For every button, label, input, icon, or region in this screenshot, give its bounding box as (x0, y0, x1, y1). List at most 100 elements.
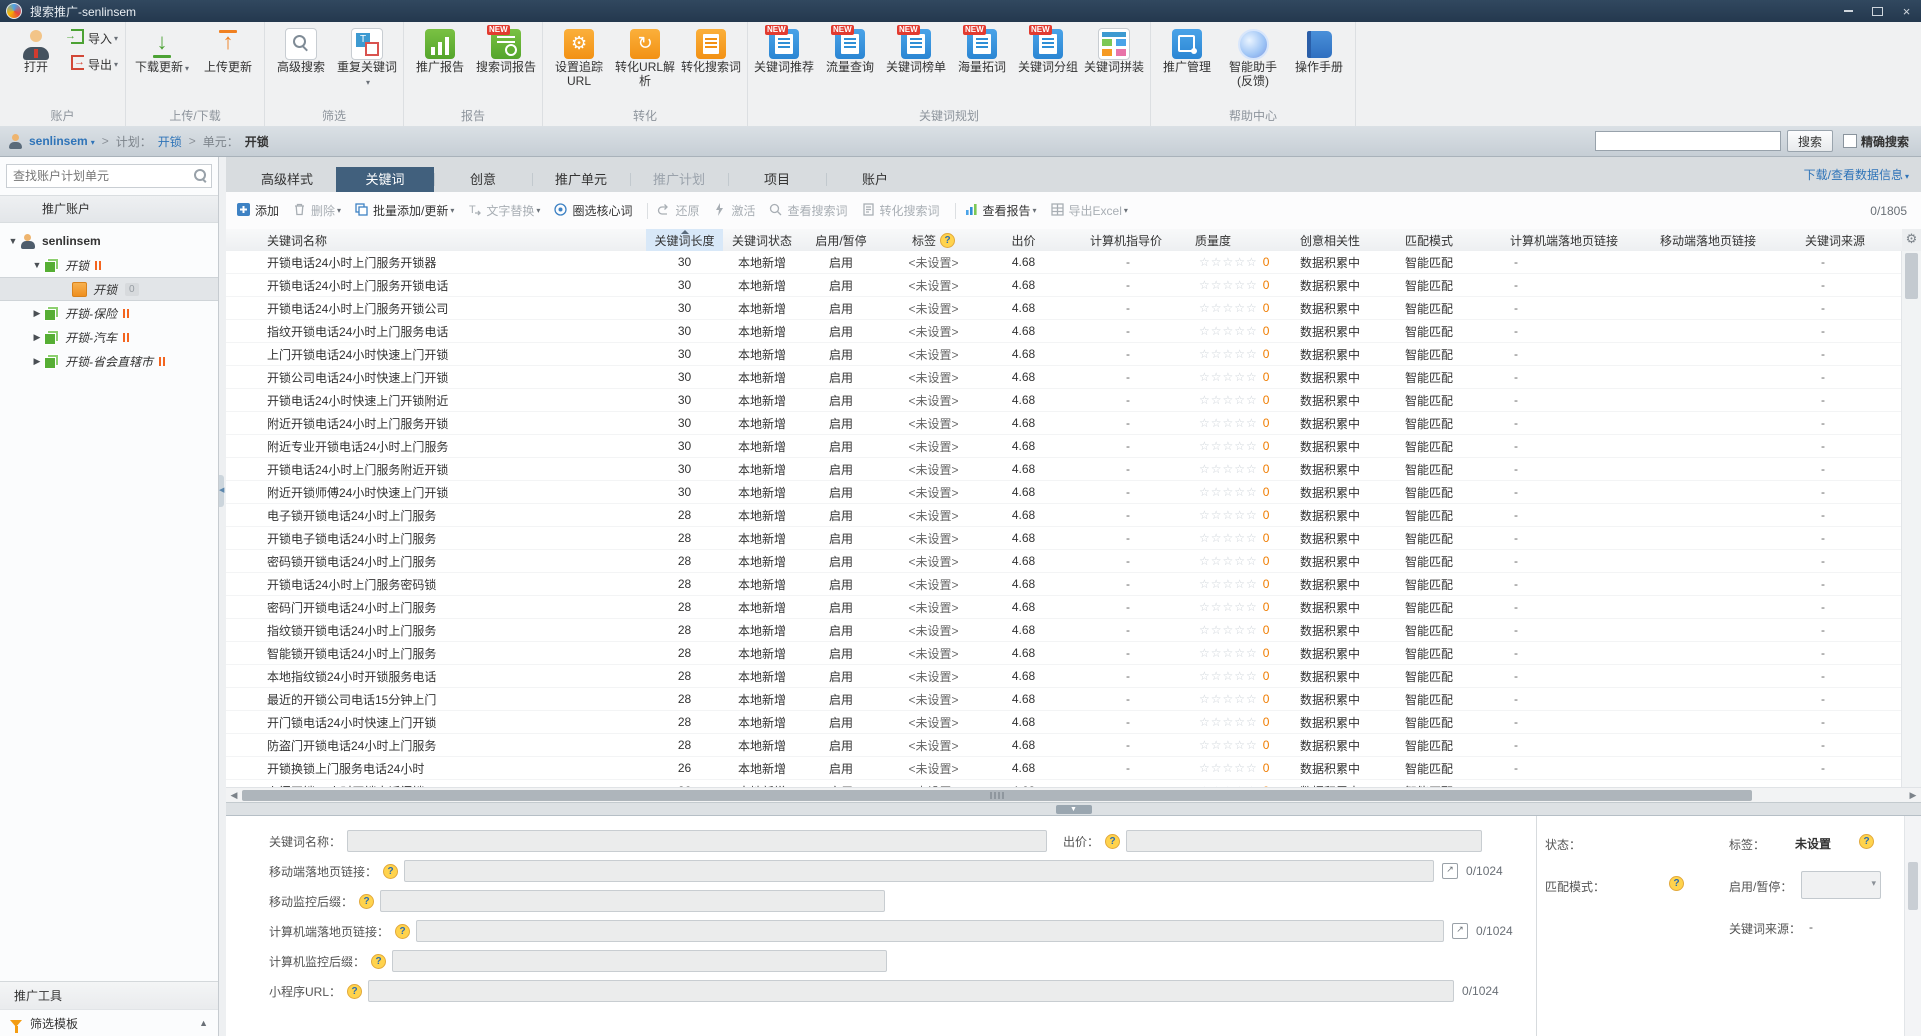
select-core-words-button[interactable]: 圈选核心词 (553, 202, 632, 220)
collapse-panel-button[interactable]: ▼ (1055, 805, 1092, 814)
export-button[interactable]: → 导出 ▾ (71, 54, 118, 74)
restore-button[interactable]: 还原 (656, 202, 699, 220)
mass-keyword-expand-button[interactable]: NEW 海量拓词 (950, 25, 1014, 75)
column-header-guide[interactable]: 计算机指导价 (1061, 229, 1191, 251)
import-button[interactable]: → 导入 ▾ (65, 28, 118, 48)
exact-search-checkbox[interactable] (1842, 134, 1857, 148)
pc-tracking-suffix-input[interactable] (392, 950, 888, 972)
smart-assistant-button[interactable]: 智能助手(反馈) (1221, 25, 1285, 89)
download-update-button[interactable]: ↓ 下载更新 ▾ (130, 25, 194, 77)
tab-advanced-style[interactable]: 高级样式 (238, 167, 336, 192)
chevron-right-icon[interactable]: ▶ (30, 308, 44, 319)
help-icon[interactable]: ? (359, 893, 375, 909)
scroll-right-icon[interactable]: ▶ (1905, 788, 1921, 803)
breadcrumb-plan[interactable]: 开锁 (158, 133, 182, 150)
promotion-management-button[interactable]: 推广管理 (1155, 25, 1219, 75)
mobile-tracking-suffix-input[interactable] (380, 890, 886, 912)
tree-item-plan-kaisuo-shenghui[interactable]: ▶ 开锁-省会直辖市 (0, 349, 218, 373)
table-row[interactable]: 附近专业开锁电话24小时上门服务 30 本地新增 启用 <未设置> 4.68 - ☆☆☆☆☆ 0… (226, 435, 1921, 458)
keyword-name-input[interactable] (347, 830, 1048, 852)
table-row[interactable]: 开锁电子锁电话24小时上门服务 28 本地新增 启用 <未设置> 4.68 - ☆☆☆☆☆ 0 数… (226, 527, 1921, 550)
column-header-name[interactable]: 关键词名称 (253, 229, 646, 251)
add-button[interactable]: 添加 (236, 202, 279, 220)
duplicate-keywords-button[interactable]: T 重复关键词▾ (335, 25, 399, 91)
tree-item-plan-kaisuo[interactable]: ▼ 开锁 (0, 253, 218, 277)
panel-splitter[interactable]: ▼ (226, 802, 1921, 816)
close-button[interactable]: × (1892, 0, 1921, 22)
detail-scrollbar[interactable] (1904, 816, 1921, 1036)
table-row[interactable]: 防盗门开锁电话24小时上门服务 28 本地新增 启用 <未设置> 4.68 - ☆☆☆☆☆ 0 数… (226, 734, 1921, 757)
horizontal-scrollbar[interactable]: ◀ ▶ (226, 787, 1921, 803)
sidebar-search-input[interactable] (7, 165, 211, 187)
table-row[interactable]: 开锁电话24小时上门服务密码锁 28 本地新增 启用 <未设置> 4.68 - ☆☆☆☆☆ 0 数… (226, 573, 1921, 596)
text-replace-button[interactable]: T 文字替换 ▾ (467, 202, 540, 220)
maximize-button[interactable] (1863, 0, 1892, 22)
activate-button[interactable]: 激活 (712, 202, 755, 220)
keyword-grouping-button[interactable]: NEW 关键词分组 (1016, 25, 1080, 75)
scroll-left-icon[interactable]: ◀ (226, 788, 242, 803)
upload-update-button[interactable]: ↑ 上传更新 (196, 25, 260, 75)
horizontal-scrollbar-thumb[interactable] (242, 790, 1752, 801)
table-row[interactable]: 开锁公司电话24小时快速上门开锁 30 本地新增 启用 <未设置> 4.68 - ☆☆☆☆☆ 0… (226, 366, 1921, 389)
help-icon[interactable]: ? (383, 863, 399, 879)
sidebar-item-tools[interactable]: 推广工具 (0, 981, 218, 1010)
table-row[interactable]: 开锁电话24小时上门服务开锁器 30 本地新增 启用 <未设置> 4.68 - ☆☆☆☆☆ 0 数… (226, 251, 1921, 274)
column-header-moblink[interactable]: 移动端落地页链接 (1656, 229, 1801, 251)
tree-item-plan-kaisuo-baoxian[interactable]: ▶ 开锁-保险 (0, 301, 218, 325)
set-tracking-url-button[interactable]: ⚙ 设置追踪URL (547, 25, 611, 89)
detail-scrollbar-thumb[interactable] (1908, 862, 1918, 910)
vertical-scrollbar[interactable] (1901, 251, 1921, 787)
promotion-report-button[interactable]: 推广报告 (408, 25, 472, 75)
help-icon[interactable]: ? (1669, 876, 1684, 891)
delete-button[interactable]: 删除 ▾ (292, 202, 341, 220)
breadcrumb-account[interactable]: senlinsem ▾ (29, 134, 95, 148)
miniapp-url-input[interactable] (368, 980, 1455, 1002)
minimize-button[interactable] (1834, 0, 1863, 22)
column-header-source[interactable]: 关键词来源 (1801, 229, 1903, 251)
table-row[interactable]: 上门开锁24小时开锁电话门锁26本地新增启用<未设置>4.68-☆☆☆☆☆0数据… (226, 780, 1921, 787)
column-header-rel[interactable]: 创意相关性 (1296, 229, 1401, 251)
help-icon[interactable]: ? (371, 953, 387, 969)
onoff-select[interactable] (1801, 871, 1881, 899)
open-button[interactable]: 打开 (4, 25, 68, 75)
tab-keywords[interactable]: 关键词 (336, 167, 434, 192)
column-header-pclink[interactable]: 计算机端落地页链接 (1506, 229, 1656, 251)
tree-item-account-senlinsem[interactable]: ▼ senlinsem (0, 229, 218, 253)
chevron-right-icon[interactable]: ▶ (30, 356, 44, 367)
export-excel-button[interactable]: 导出Excel ▾ (1050, 202, 1128, 220)
column-header-tag[interactable]: 标签? (881, 229, 986, 251)
traffic-query-button[interactable]: NEW 流量查询 (818, 25, 882, 75)
tab-creative[interactable]: 创意 (434, 167, 532, 192)
operation-manual-button[interactable]: 操作手册 (1287, 25, 1351, 75)
pc-landing-url-input[interactable] (416, 920, 1445, 942)
chevron-down-icon[interactable]: ▼ (6, 236, 20, 246)
table-row[interactable]: 开锁电话24小时上门服务开锁电话 30 本地新增 启用 <未设置> 4.68 - ☆☆☆☆☆ 0… (226, 274, 1921, 297)
search-button[interactable]: 搜索 (1786, 130, 1833, 152)
table-row[interactable]: 附近开锁电话24小时上门服务开锁 30 本地新增 启用 <未设置> 4.68 - ☆☆☆☆☆ 0… (226, 412, 1921, 435)
view-search-terms-button[interactable]: 查看搜索词 (768, 202, 848, 220)
help-icon[interactable]: ? (1859, 834, 1874, 849)
table-row[interactable]: 开锁电话24小时上门服务附近开锁 30 本地新增 启用 <未设置> 4.68 - ☆☆☆☆☆ 0… (226, 458, 1921, 481)
chevron-right-icon[interactable]: ▶ (30, 332, 44, 343)
convert-search-terms-button[interactable]: 转化搜索词 (861, 202, 940, 220)
tree-item-unit-kaisuo[interactable]: 开锁 0 (0, 277, 218, 301)
table-row[interactable]: 密码锁开锁电话24小时上门服务 28 本地新增 启用 <未设置> 4.68 - ☆☆☆☆☆ 0 数… (226, 550, 1921, 573)
tab-account[interactable]: 账户 (826, 167, 924, 192)
keyword-ranking-button[interactable]: NEW 关键词榜单 (884, 25, 948, 75)
download-view-data-link[interactable]: 下载/查看数据信息 ▾ (1804, 166, 1909, 183)
collapse-sidebar-icon[interactable]: ◀ (219, 475, 224, 507)
tab-project[interactable]: 项目 (728, 167, 826, 192)
batch-add-update-button[interactable]: 批量添加/更新 ▾ (354, 202, 454, 220)
tab-promotion-unit[interactable]: 推广单元 (532, 167, 630, 192)
table-row[interactable]: 开锁电话24小时上门服务开锁公司 30 本地新增 启用 <未设置> 4.68 - ☆☆☆☆☆ 0… (226, 297, 1921, 320)
help-icon[interactable]: ? (395, 923, 411, 939)
table-row[interactable]: 开门锁电话24小时快速上门开锁 28 本地新增 启用 <未设置> 4.68 - ☆☆☆☆☆ 0 数… (226, 711, 1921, 734)
mobile-landing-url-input[interactable] (404, 860, 1435, 882)
view-report-button[interactable]: 查看报告 ▾ (964, 202, 1037, 220)
column-header-status[interactable]: 关键词状态 (723, 229, 801, 251)
column-header-plus[interactable] (226, 229, 253, 251)
chevron-down-icon[interactable]: ▼ (30, 260, 44, 270)
table-row[interactable]: 最近的开锁公司电话15分钟上门 28 本地新增 启用 <未设置> 4.68 - ☆☆☆☆☆ 0 数… (226, 688, 1921, 711)
bid-price-input[interactable] (1126, 830, 1483, 852)
keyword-assemble-button[interactable]: 关键词拼装 (1082, 25, 1146, 75)
